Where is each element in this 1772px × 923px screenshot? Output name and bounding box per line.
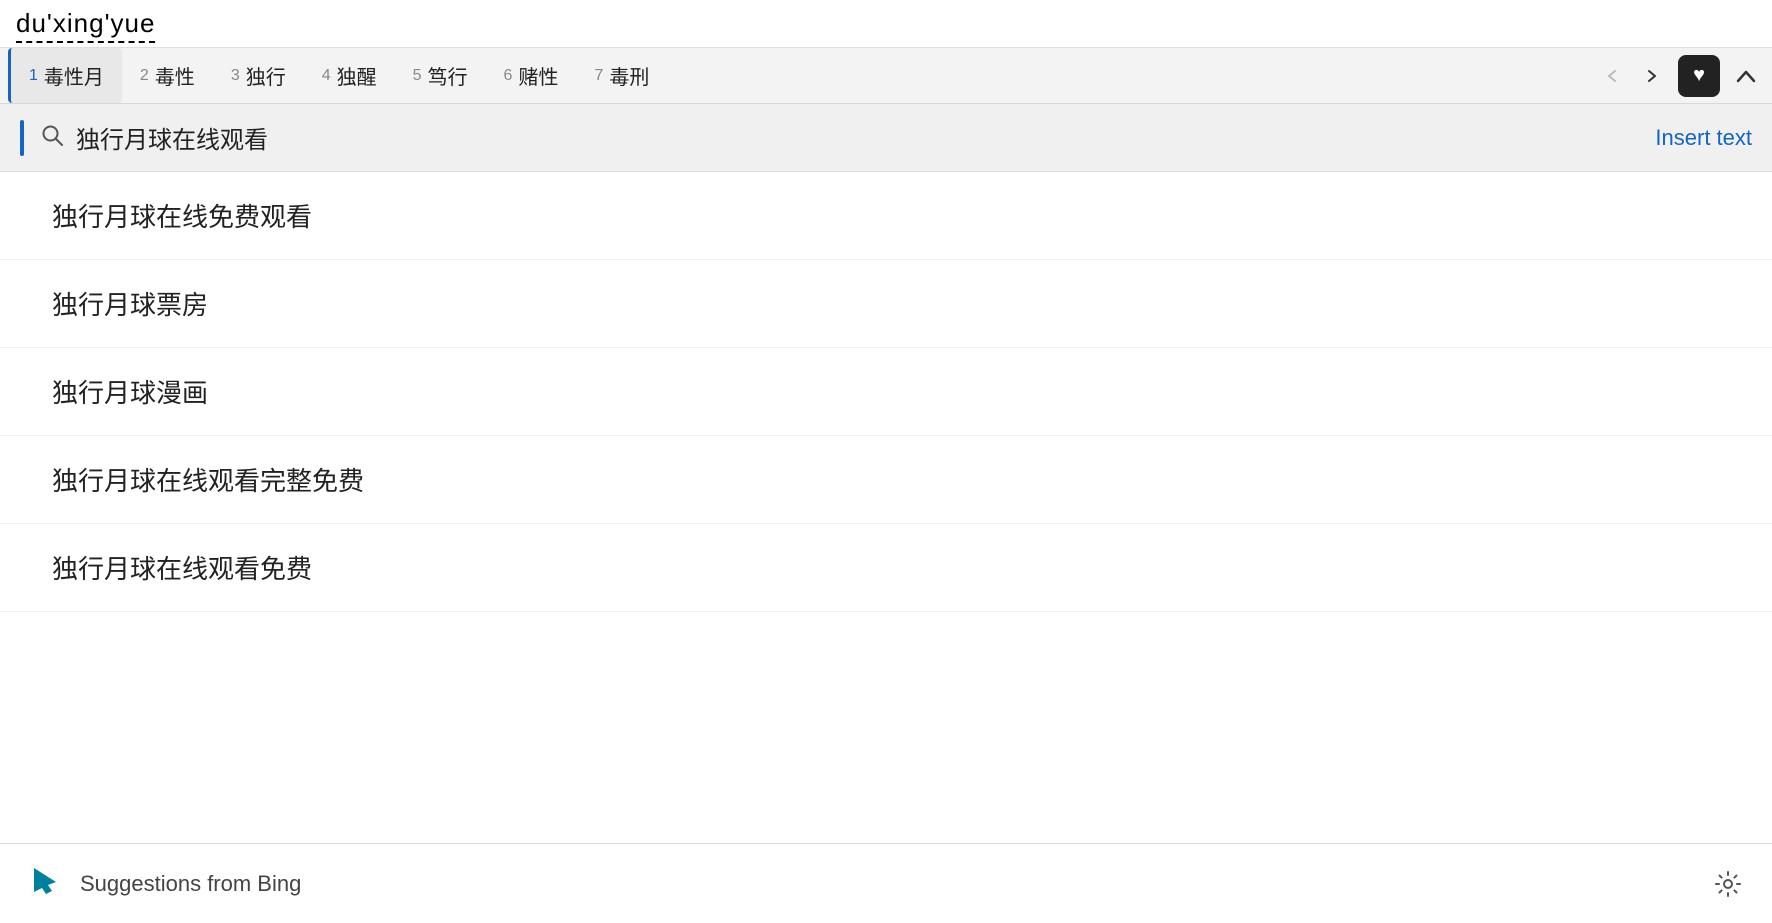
chevron-up-icon xyxy=(1736,69,1756,83)
bing-logo-icon xyxy=(24,864,64,904)
gear-icon xyxy=(1714,870,1742,898)
candidates-bar: 1 毒性月 2 毒性 3 独行 4 独醒 5 笃行 6 赌性 7 毒刑 ♥ xyxy=(0,48,1772,104)
search-icon xyxy=(40,123,64,153)
candidate-text-2: 独行 xyxy=(246,61,286,90)
heart-icon: ♥ xyxy=(1693,64,1705,87)
favorites-button[interactable]: ♥ xyxy=(1678,55,1720,97)
search-indicator xyxy=(20,120,24,156)
candidate-item-3[interactable]: 4 独醒 xyxy=(304,48,395,103)
candidate-text-4: 笃行 xyxy=(428,61,468,90)
suggestion-item-1[interactable]: 独行月球票房 xyxy=(0,260,1772,348)
insert-text-button[interactable]: Insert text xyxy=(1655,125,1752,151)
suggestion-item-3[interactable]: 独行月球在线观看完整免费 xyxy=(0,436,1772,524)
prev-page-button[interactable] xyxy=(1594,58,1630,94)
search-bar: 独行月球在线观看 Insert text xyxy=(0,104,1772,172)
suggestion-item-2[interactable]: 独行月球漫画 xyxy=(0,348,1772,436)
candidate-text-0: 毒性月 xyxy=(44,61,104,90)
suggestions-list: 独行月球在线免费观看独行月球票房独行月球漫画独行月球在线观看完整免费独行月球在线… xyxy=(0,172,1772,923)
candidate-text-3: 独醒 xyxy=(337,61,377,90)
suggestion-item-0[interactable]: 独行月球在线免费观看 xyxy=(0,172,1772,260)
ime-input-area: du'xing'yue xyxy=(0,0,1772,48)
candidate-item-4[interactable]: 5 笃行 xyxy=(395,48,486,103)
candidate-item-6[interactable]: 7 毒刑 xyxy=(576,48,667,103)
candidate-item-5[interactable]: 6 赌性 xyxy=(486,48,577,103)
bottom-bar: Suggestions from Bing xyxy=(0,843,1772,923)
candidate-num-0: 1 xyxy=(29,67,38,85)
suggestions-from-bing-label: Suggestions from Bing xyxy=(80,871,1708,897)
collapse-button[interactable] xyxy=(1728,58,1764,94)
candidate-text-1: 毒性 xyxy=(155,61,195,90)
candidate-num-5: 6 xyxy=(504,67,513,85)
suggestion-item-4[interactable]: 独行月球在线观看免费 xyxy=(0,524,1772,612)
candidate-text-5: 赌性 xyxy=(518,61,558,90)
candidate-num-1: 2 xyxy=(140,67,149,85)
candidate-num-3: 4 xyxy=(322,67,331,85)
next-page-button[interactable] xyxy=(1634,58,1670,94)
search-query-text: 独行月球在线观看 xyxy=(76,120,1655,155)
candidate-num-4: 5 xyxy=(413,67,422,85)
candidate-item-0[interactable]: 1 毒性月 xyxy=(8,48,122,103)
candidate-item-1[interactable]: 2 毒性 xyxy=(122,48,213,103)
chevron-right-icon xyxy=(1645,69,1659,83)
settings-button[interactable] xyxy=(1708,864,1748,904)
chevron-left-icon xyxy=(1605,69,1619,83)
nav-buttons: ♥ xyxy=(1594,55,1764,97)
candidate-num-2: 3 xyxy=(231,67,240,85)
candidate-num-6: 7 xyxy=(594,67,603,85)
candidate-text-6: 毒刑 xyxy=(609,61,649,90)
candidate-item-2[interactable]: 3 独行 xyxy=(213,48,304,103)
ime-input-text: du'xing'yue xyxy=(16,8,155,43)
main-container: du'xing'yue 1 毒性月 2 毒性 3 独行 4 独醒 5 笃行 6 赌性 7 毒刑 ♥ xyxy=(0,0,1772,923)
candidates-container: 1 毒性月 2 毒性 3 独行 4 独醒 5 笃行 6 赌性 7 毒刑 xyxy=(8,48,667,103)
